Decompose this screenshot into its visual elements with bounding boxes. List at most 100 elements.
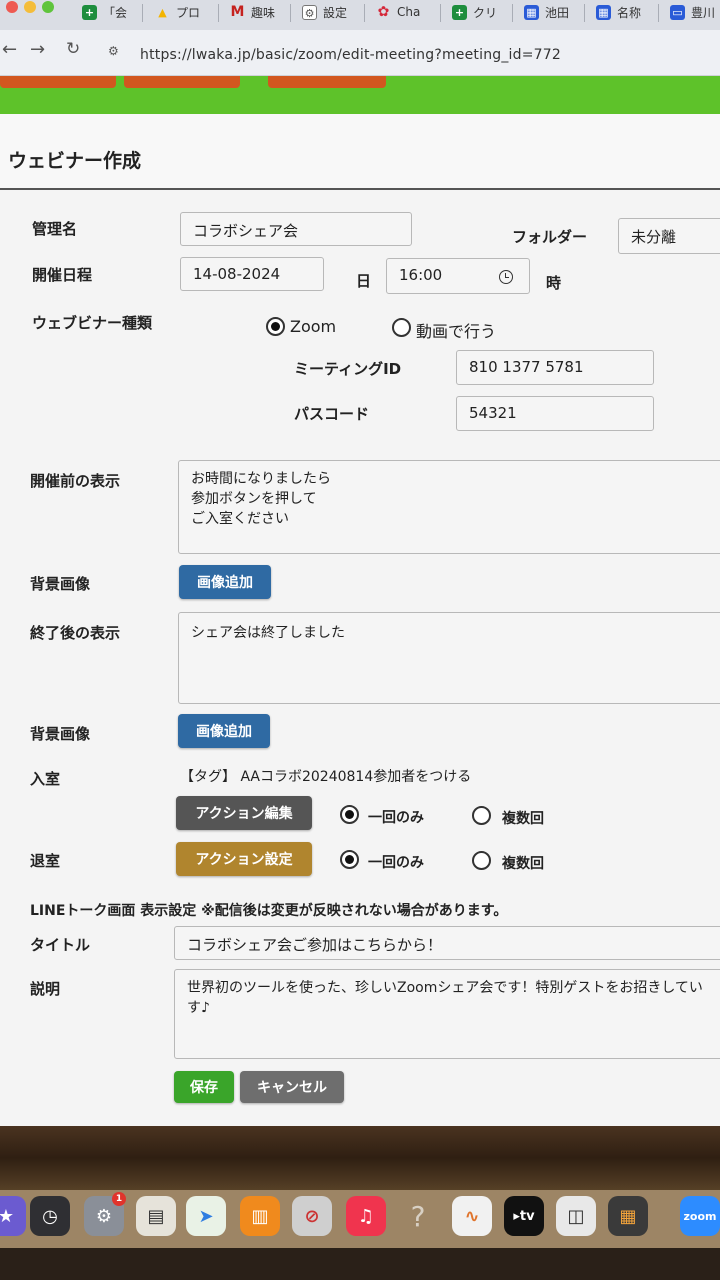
radio-exit-once[interactable]: [340, 850, 359, 869]
time-machine-icon[interactable]: ◷: [30, 1196, 70, 1236]
bg-image-label: 背景画像: [30, 725, 91, 743]
forward-arrow-icon[interactable]: →: [30, 39, 45, 60]
tab-divider: [440, 4, 441, 22]
radio-type-video-label: 動画で行う: [416, 322, 497, 341]
line-desc-textarea[interactable]: 世界初のツールを使った、珍しいZoomシェア会です！特別ゲストをお招きしてい す…: [174, 969, 720, 1059]
dock: ★ ◷ ⚙ 1 ▤ ➤ ▥ ⊘ ♫ ? ∿ ▸ tv ◫ ▦ zoom: [0, 1190, 720, 1248]
day-suffix-label: 日: [356, 272, 372, 290]
browser-tab[interactable]: ▭ 豊川: [670, 0, 715, 24]
browser-tab[interactable]: + 「会: [82, 0, 127, 24]
maximize-window-button[interactable]: [42, 1, 54, 13]
tab-divider: [658, 4, 659, 22]
tab-label: クリ: [473, 5, 498, 20]
passcode-input[interactable]: 54321: [456, 396, 654, 431]
folder-select[interactable]: 未分離: [618, 218, 720, 254]
webinar-type-label: ウェブビナー種類: [32, 314, 153, 332]
launchpad-icon[interactable]: ▦: [608, 1196, 648, 1236]
browser-tab[interactable]: ▦ 池田: [524, 0, 569, 24]
radio-exit-multi[interactable]: [472, 851, 491, 870]
zoom-app-icon[interactable]: zoom: [680, 1196, 720, 1236]
manage-name-label: 管理名: [32, 220, 78, 238]
add-image-button[interactable]: 画像追加: [179, 565, 271, 599]
radio-type-zoom[interactable]: [266, 317, 285, 336]
drive-icon: ▲: [158, 5, 167, 19]
apple-tv-label: tv: [519, 1208, 535, 1224]
reload-icon[interactable]: ↻: [66, 39, 80, 59]
music-icon[interactable]: ♫: [346, 1196, 386, 1236]
browser-tab[interactable]: ⚙ 設定: [302, 0, 347, 24]
time-value: 16:00: [399, 266, 443, 284]
nav-tab[interactable]: [0, 76, 116, 88]
books-icon[interactable]: ▥: [240, 1196, 280, 1236]
activity-monitor-icon[interactable]: ∿: [452, 1196, 492, 1236]
clock-icon[interactable]: [499, 270, 513, 284]
preview-icon[interactable]: ▤: [136, 1196, 176, 1236]
tab-label: プロ: [176, 5, 201, 20]
close-window-button[interactable]: [6, 1, 18, 13]
action-set-button[interactable]: アクション設定: [176, 842, 312, 876]
meeting-id-label: ミーティングID: [294, 360, 402, 378]
before-display-label: 開催前の表示: [30, 472, 121, 490]
apple-tv-icon[interactable]: ▸ tv: [504, 1196, 544, 1236]
screenshot-icon[interactable]: ◫: [556, 1196, 596, 1236]
browser-tab[interactable]: ▲ プロ: [155, 0, 200, 24]
back-arrow-icon[interactable]: ←: [2, 39, 17, 60]
tab-label: 豊川: [691, 5, 716, 20]
line-title-label: タイトル: [30, 936, 91, 954]
page-title: ウェビナー作成: [8, 150, 142, 172]
line-title-input[interactable]: コラボシェア会ご参加はこちらから！: [174, 926, 720, 960]
before-display-textarea[interactable]: お時間になりましたら 参加ボタンを押して ご入室ください: [178, 460, 720, 554]
line-setting-heading: LINEトーク画面 表示設定 ※配信後は変更が反映されない場合があります。: [30, 903, 508, 919]
tab-divider: [218, 4, 219, 22]
maps-icon[interactable]: ➤: [186, 1196, 226, 1236]
tab-divider: [364, 4, 365, 22]
enter-label: 入室: [30, 770, 61, 788]
tab-label: 趣味: [251, 5, 276, 20]
nav-tab[interactable]: [268, 76, 386, 88]
desktop-wallpaper: [0, 1126, 720, 1190]
calendar-icon: ▦: [524, 4, 539, 20]
date-input[interactable]: 14-08-2024: [180, 257, 324, 291]
manage-name-input[interactable]: コラボシェア会: [180, 212, 412, 246]
meeting-id-input[interactable]: 810 1377 5781: [456, 350, 654, 385]
cancel-button[interactable]: キャンセル: [240, 1071, 344, 1103]
line-desc-label: 説明: [30, 980, 61, 998]
browser-tab[interactable]: + クリ: [452, 0, 497, 24]
tab-divider: [290, 4, 291, 22]
radio-type-zoom-label: Zoom: [290, 317, 337, 336]
browser-tab[interactable]: ▦ 名称: [596, 0, 641, 24]
address-bar: ← → ↻ ⚙ https://lwaka.jp/basic/zoom/edit…: [0, 30, 720, 76]
browser-tab-bar: + 「会 ▲ プロ M 趣味 ⚙ 設定 ✿ Cha + クリ ▦ 池田 ▦ 名称…: [0, 0, 720, 30]
radio-enter-once-label: 一回のみ: [368, 810, 424, 826]
folder-label: フォルダー: [512, 228, 588, 246]
tab-label: 池田: [545, 5, 570, 20]
save-button[interactable]: 保存: [174, 1071, 234, 1103]
passcode-label: パスコード: [294, 405, 370, 423]
site-info-icon[interactable]: ⚙: [108, 44, 128, 64]
tab-divider: [584, 4, 585, 22]
notification-badge: 1: [112, 1192, 126, 1206]
chatwork-icon: ✿: [377, 3, 390, 20]
screen-bezel: [0, 1248, 720, 1280]
prohibited-app-icon[interactable]: ⊘: [292, 1196, 332, 1236]
print-icon: ▭: [670, 4, 685, 20]
radio-exit-once-label: 一回のみ: [368, 855, 424, 871]
help-icon[interactable]: ?: [398, 1196, 438, 1236]
url-field[interactable]: https://lwaka.jp/basic/zoom/edit-meeting…: [140, 47, 561, 63]
add-image-button[interactable]: 画像追加: [178, 714, 270, 748]
browser-tab[interactable]: ✿ Cha: [376, 0, 421, 24]
nav-tab[interactable]: [124, 76, 240, 88]
browser-tab[interactable]: M 趣味: [230, 0, 275, 24]
radio-enter-multi[interactable]: [472, 806, 491, 825]
radio-type-video[interactable]: [392, 318, 411, 337]
action-edit-button[interactable]: アクション編集: [176, 796, 312, 830]
star-app-icon[interactable]: ★: [0, 1196, 26, 1236]
system-settings-icon[interactable]: ⚙ 1: [84, 1192, 126, 1236]
radio-enter-once[interactable]: [340, 805, 359, 824]
after-display-textarea[interactable]: シェア会は終了しました: [178, 612, 720, 704]
minimize-window-button[interactable]: [24, 1, 36, 13]
tab-divider: [512, 4, 513, 22]
radio-exit-multi-label: 複数回: [502, 856, 544, 872]
tab-divider: [142, 4, 143, 22]
calendar-icon: ▦: [596, 4, 611, 20]
